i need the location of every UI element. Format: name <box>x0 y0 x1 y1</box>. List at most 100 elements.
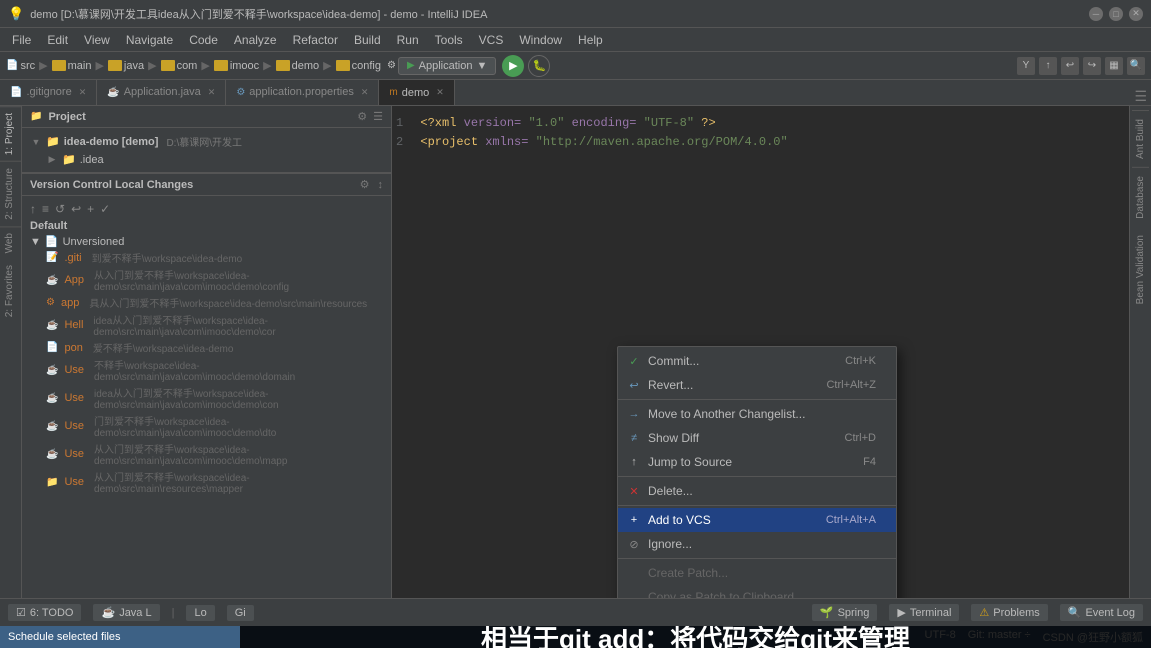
tab-demo-close[interactable]: ✕ <box>436 87 444 98</box>
menu-help[interactable]: Help <box>570 31 611 49</box>
menu-analyze[interactable]: Analyze <box>226 31 285 49</box>
project-gear-icon[interactable]: ☰ <box>373 110 383 123</box>
ctx-ignore[interactable]: ⊘ Ignore... <box>618 532 896 556</box>
tab-application-java[interactable]: ☕ Application.java ✕ <box>97 80 226 105</box>
terminal-button[interactable]: ▶ Terminal <box>889 604 959 621</box>
grid-icon[interactable]: ▦ <box>1105 57 1123 75</box>
vc-file-pon[interactable]: 📄 pon 爱不释手\workspace\idea-demo <box>22 339 391 356</box>
line-num-2: 2 <box>396 135 403 149</box>
sidebar-item-structure[interactable]: 2: Structure <box>0 161 21 226</box>
vc-icon3[interactable]: ↺ <box>55 202 65 216</box>
vc-icon5[interactable]: + <box>87 202 94 216</box>
menu-view[interactable]: View <box>76 31 118 49</box>
vc-settings-icon[interactable]: ⚙ <box>360 178 370 191</box>
tab-properties-close[interactable]: ✕ <box>361 87 369 98</box>
ctx-revert-label: Revert... <box>648 378 693 392</box>
app-icon: ☕ <box>46 275 58 286</box>
breadcrumb-src[interactable]: src <box>20 60 35 72</box>
todo-button[interactable]: ☑ 6: TODO <box>8 604 81 621</box>
close-button[interactable]: ✕ <box>1129 7 1143 21</box>
menu-run[interactable]: Run <box>389 31 427 49</box>
vc-file-giti[interactable]: 📝 .giti 到爱不释手\workspace\idea-demo <box>22 249 391 266</box>
menu-edit[interactable]: Edit <box>39 31 76 49</box>
search-icon[interactable]: 🔍 <box>1127 57 1145 75</box>
vc-icon6[interactable]: ✓ <box>100 202 110 216</box>
project-panel-header: 📁 Project ⚙ ☰ <box>22 106 391 128</box>
sidebar-ant-build[interactable]: Ant Build <box>1132 110 1149 167</box>
sidebar-bean-validation[interactable]: Bean Validation <box>1132 227 1149 312</box>
event-log-button[interactable]: 🔍 Event Log <box>1060 604 1143 621</box>
sidebar-item-web[interactable]: Web <box>0 226 21 259</box>
redo-icon[interactable]: ↪ <box>1083 57 1101 75</box>
java-button[interactable]: ☕ Java L <box>93 604 159 621</box>
tab-demo[interactable]: m demo ✕ <box>379 80 454 105</box>
project-settings-icon[interactable]: ⚙ <box>357 110 367 123</box>
vc-icon4[interactable]: ↩ <box>71 202 81 216</box>
menu-file[interactable]: File <box>4 31 39 49</box>
vc-file-use2[interactable]: ☕ Use idea从入门到爱不释手\workspace\idea-demo\s… <box>22 384 391 412</box>
undo-icon[interactable]: ↩ <box>1061 57 1079 75</box>
git-icon[interactable]: Y <box>1017 57 1035 75</box>
git-button[interactable]: Gi <box>227 605 254 621</box>
tree-idea-folder[interactable]: ▶ 📁 .idea <box>22 151 391 168</box>
ctx-show-diff[interactable]: ≠ Show Diff Ctrl+D <box>618 426 896 450</box>
app2-path: 具从入门到爱不释手\workspace\idea-demo\src\main\r… <box>89 295 367 310</box>
breadcrumb-com[interactable]: com <box>177 60 198 72</box>
editor-area[interactable]: 1 <?xml version= "1.0" encoding= "UTF-8"… <box>392 106 1129 598</box>
menu-build[interactable]: Build <box>346 31 389 49</box>
tab-settings-icon[interactable]: ☰ <box>1134 88 1147 105</box>
breadcrumb-config[interactable]: config <box>352 60 381 72</box>
ctx-add-vcs[interactable]: + Add to VCS Ctrl+Alt+A <box>618 508 896 532</box>
sidebar-item-project[interactable]: 1: Project <box>0 106 21 161</box>
project-tree: ▼ 📁 idea-demo [demo] D:\慕课网\开发工 ▶ 📁 .ide… <box>22 128 391 174</box>
vc-unversioned-header[interactable]: ▼ 📄 Unversioned <box>22 234 391 249</box>
sidebar-database[interactable]: Database <box>1132 167 1149 227</box>
sidebar-item-favorites[interactable]: 2: Favorites <box>0 259 21 323</box>
ctx-addvcs-label: Add to VCS <box>648 513 711 527</box>
ctx-revert[interactable]: ↩ Revert... Ctrl+Alt+Z <box>618 373 896 397</box>
vc-file-use1[interactable]: ☕ Use 不释手\workspace\idea-demo\src\main\j… <box>22 356 391 384</box>
toolbar-right-icons: Y ↑ ↩ ↪ ▦ 🔍 <box>1017 57 1145 75</box>
minimize-button[interactable]: ─ <box>1089 7 1103 21</box>
vc-file-use5[interactable]: 📁 Use 从入门到爱不释手\workspace\idea-demo\src\m… <box>22 468 391 496</box>
tab-gitignore-close[interactable]: ✕ <box>79 87 87 98</box>
ctx-jump-source[interactable]: ↑ Jump to Source F4 <box>618 450 896 474</box>
maximize-button[interactable]: □ <box>1109 7 1123 21</box>
menu-refactor[interactable]: Refactor <box>285 31 346 49</box>
menu-window[interactable]: Window <box>511 31 570 49</box>
menu-vcs[interactable]: VCS <box>471 31 512 49</box>
vc-icon2[interactable]: ≡ <box>42 202 49 216</box>
breadcrumb-java[interactable]: java <box>124 60 144 72</box>
vc-file-app2[interactable]: ⚙ app 具从入门到爱不释手\workspace\idea-demo\src\… <box>22 294 391 311</box>
problems-button[interactable]: ⚠ Problems <box>971 604 1047 621</box>
menu-navigate[interactable]: Navigate <box>118 31 181 49</box>
menu-code[interactable]: Code <box>181 31 226 49</box>
ctx-delete[interactable]: ✕ Delete... <box>618 479 896 503</box>
breadcrumb-main[interactable]: main <box>68 60 92 72</box>
add-vcs-icon: + <box>626 512 642 528</box>
ctx-section-1: ✓ Commit... Ctrl+K ↩ Revert... Ctrl+Alt+… <box>618 347 896 399</box>
problems-icon: ⚠ <box>979 606 989 619</box>
spring-button[interactable]: 🌱 Spring <box>812 604 878 621</box>
vc-file-app[interactable]: ☕ App 从入门到爱不释手\workspace\idea-demo\src\m… <box>22 266 391 294</box>
run-button[interactable]: ▶ <box>502 55 524 77</box>
menu-tools[interactable]: Tools <box>427 31 471 49</box>
ctx-commit[interactable]: ✓ Commit... Ctrl+K <box>618 349 896 373</box>
vcs-icon[interactable]: ↑ <box>1039 57 1057 75</box>
vc-expand-icon[interactable]: ↕ <box>378 179 384 191</box>
tree-root[interactable]: ▼ 📁 idea-demo [demo] D:\慕课网\开发工 <box>22 132 391 151</box>
tab-gitignore[interactable]: 📄 .gitignore ✕ <box>0 80 97 105</box>
vc-file-use4[interactable]: ☕ Use 从入门到爱不释手\workspace\idea-demo\src\m… <box>22 440 391 468</box>
vc-icon1[interactable]: ↑ <box>30 202 36 216</box>
patch-icon <box>626 565 642 581</box>
debug-button[interactable]: 🐛 <box>528 55 550 77</box>
tab-application-close[interactable]: ✕ <box>208 87 216 98</box>
log-button[interactable]: Lo <box>186 605 214 621</box>
breadcrumb-demo[interactable]: demo <box>292 60 320 72</box>
tab-application-properties[interactable]: ⚙ application.properties ✕ <box>226 80 379 105</box>
app-run-config-dropdown[interactable]: ▶ Application ▼ <box>398 57 496 75</box>
vc-file-hell[interactable]: ☕ Hell idea从入门到爱不释手\workspace\idea-demo\… <box>22 311 391 339</box>
ctx-move-changelist[interactable]: → Move to Another Changelist... <box>618 402 896 426</box>
breadcrumb-imooc[interactable]: imooc <box>230 60 259 72</box>
vc-file-use3[interactable]: ☕ Use 门到爱不释手\workspace\idea-demo\src\mai… <box>22 412 391 440</box>
